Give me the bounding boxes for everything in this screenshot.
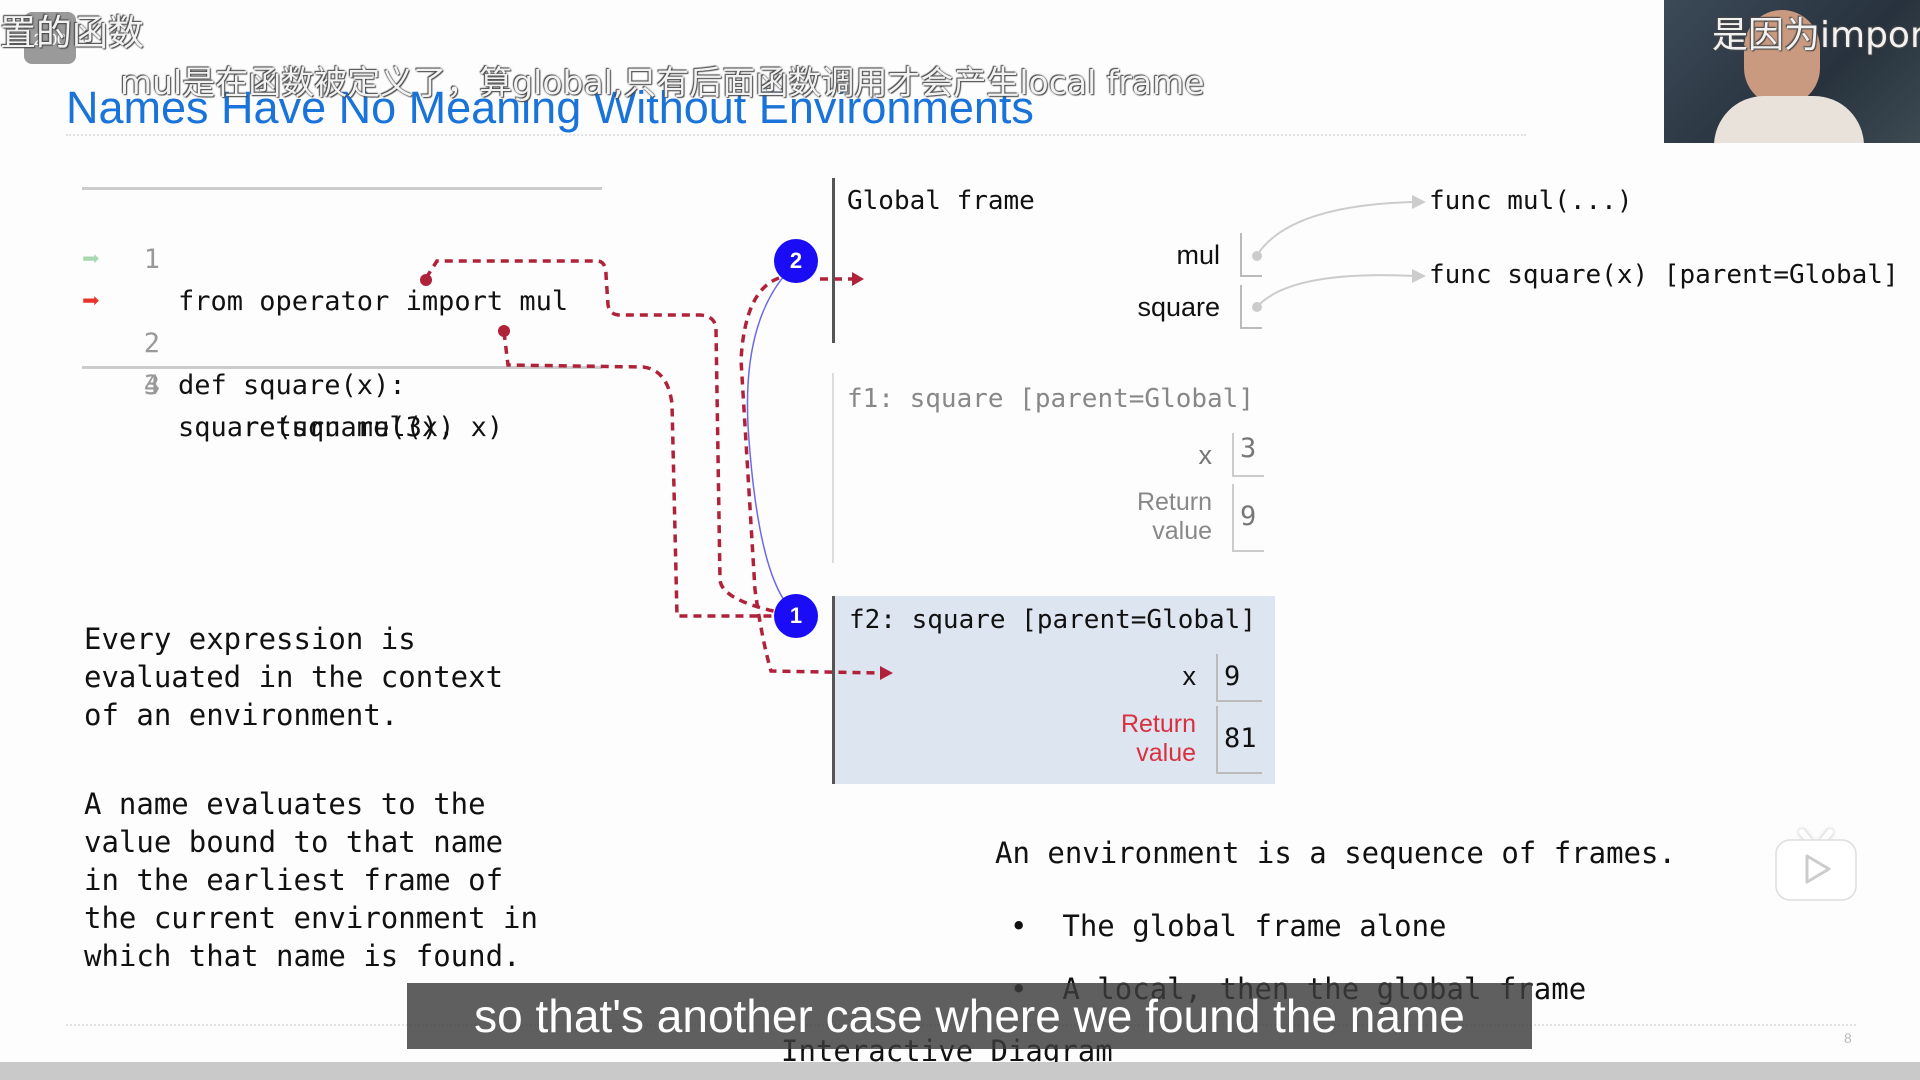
binding-arrow-square [1256, 274, 1416, 308]
explanation-paragraph-1: Every expression is evaluated in the con… [84, 622, 504, 732]
bullet-icon: • [1010, 909, 1063, 943]
bullet-1: • The global frame alone [1010, 909, 1447, 943]
chinese-caption-right: 是因为impor [1712, 15, 1920, 56]
binding-arrow-mul [1256, 201, 1416, 256]
f1-return-value: 9 [1232, 484, 1264, 552]
func-mul-object: func mul(...) [1429, 186, 1633, 216]
environment-heading: An environment is a sequence of frames. [995, 836, 1676, 870]
chinese-caption-fragment: 置的函数 [0, 13, 145, 54]
f1-x-label: x [1198, 440, 1213, 470]
var-square-cell [1240, 285, 1262, 329]
f2-x-label: x [1182, 661, 1197, 691]
video-progress-bar[interactable] [0, 1062, 1920, 1080]
arrowhead-icon [1412, 195, 1426, 209]
f2-return-value: 81 [1216, 706, 1262, 774]
f1-frame-title: f1: square [parent=Global] [847, 384, 1254, 414]
step-2-marker: 2 [774, 239, 818, 283]
page-number: 8 [1844, 1030, 1852, 1046]
f2-frame-title: f2: square [parent=Global] [849, 605, 1256, 635]
var-mul-cell [1240, 233, 1262, 277]
f2-x-value: 9 [1216, 654, 1262, 702]
chinese-caption: mul是在函数被定义了，算global,只有后面函数调用才会产生local fr… [120, 63, 1205, 102]
arrowhead-icon [852, 272, 864, 286]
global-frame-title: Global frame [847, 186, 1035, 216]
f1-return-label: Return value [1136, 488, 1212, 545]
pointer-line-def [424, 259, 779, 614]
f2-frame-border [832, 596, 835, 784]
pointer-origin-dot [498, 325, 510, 337]
global-frame-border [832, 178, 835, 343]
var-mul: mul [1176, 240, 1220, 270]
pointer-line-call [502, 331, 774, 618]
presenter-shirt [1714, 96, 1864, 143]
f1-x-value: 3 [1232, 433, 1264, 477]
f2-return-label: Return value [1120, 710, 1196, 767]
f1-frame-border [832, 373, 834, 563]
video-subtitle: so that's another case where we found th… [407, 983, 1532, 1049]
arrowhead-icon [880, 666, 893, 680]
step-1-marker: 1 [774, 594, 818, 638]
tv-play-icon[interactable] [1774, 822, 1858, 902]
func-square-object: func square(x) [parent=Global] [1429, 260, 1899, 290]
arrowhead-icon [1412, 269, 1426, 283]
var-square: square [1137, 292, 1220, 322]
pointer-origin-dot [420, 274, 432, 286]
explanation-paragraph-2: A name evaluates to the value bound to t… [84, 787, 538, 973]
